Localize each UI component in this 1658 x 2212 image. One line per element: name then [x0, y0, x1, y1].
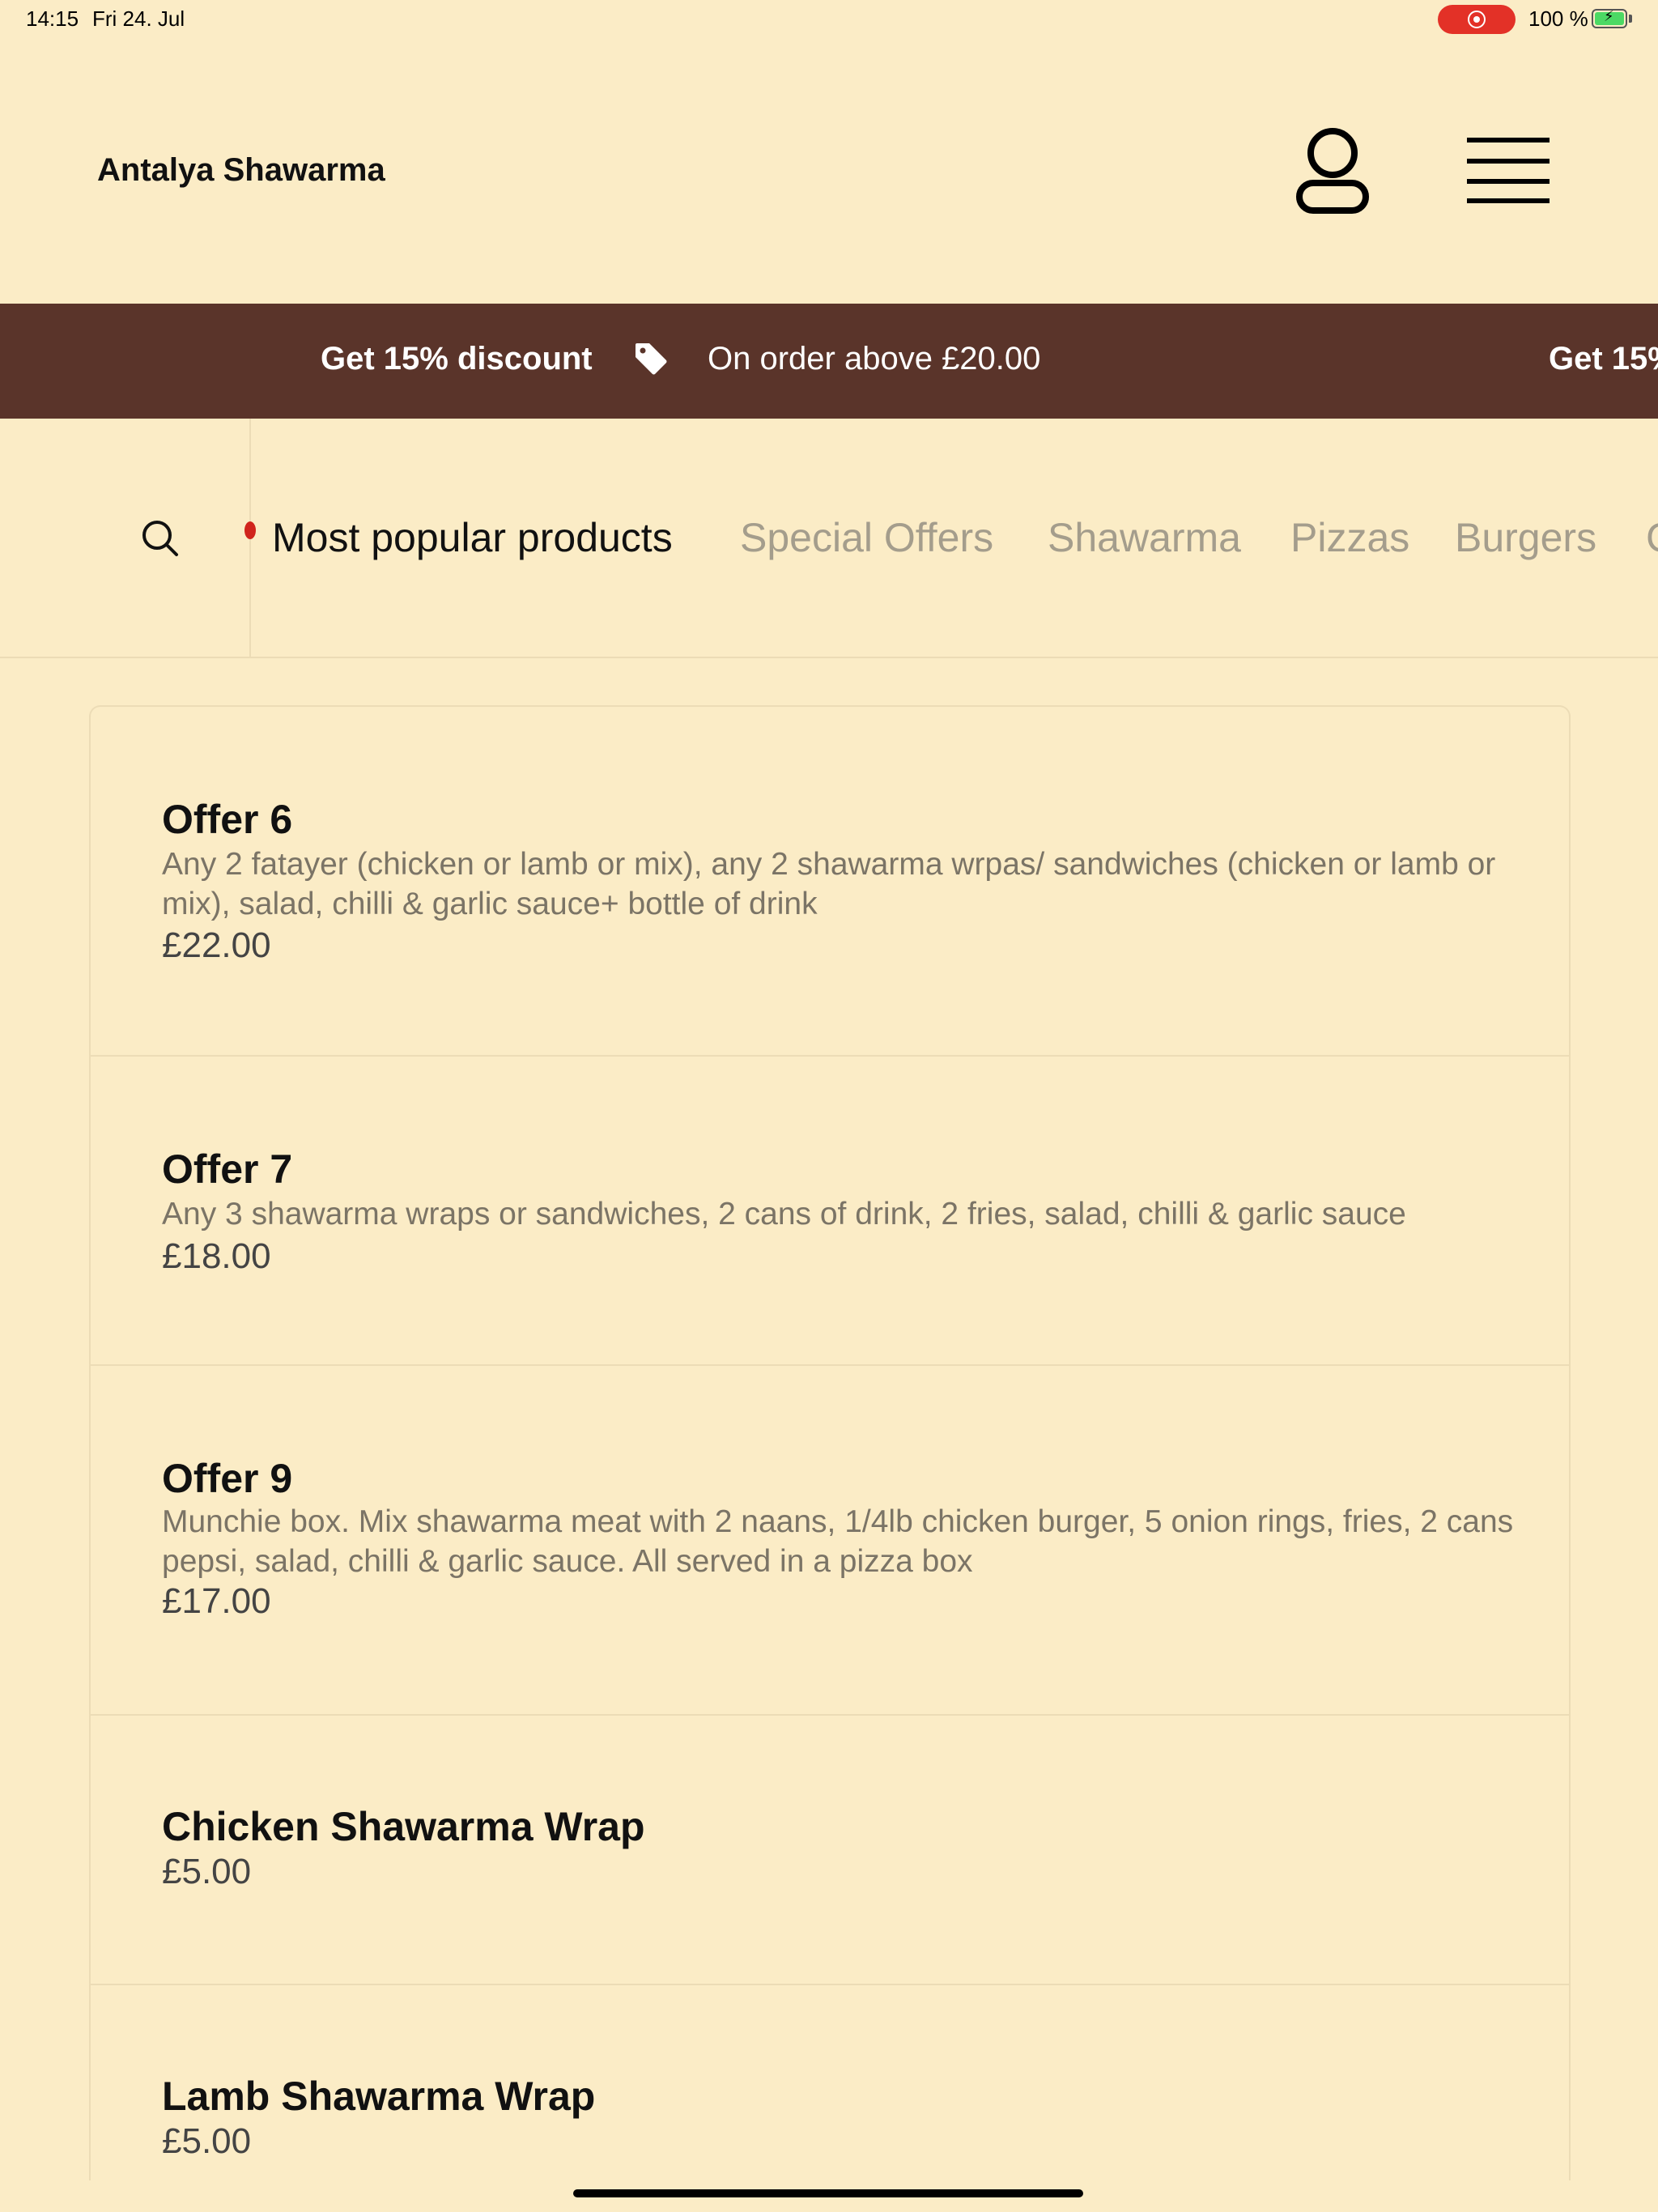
record-icon [1468, 11, 1486, 28]
search-icon [142, 521, 178, 556]
site-header: Antalya Shawarma [0, 39, 1658, 304]
status-time: 14:15 [26, 6, 79, 31]
product-price: £17.00 [162, 1581, 271, 1621]
product-price: £18.00 [162, 1236, 271, 1276]
product-card[interactable]: Offer 9 Munchie box. Mix shawarma meat w… [91, 1366, 1569, 1716]
product-name: Offer 6 [162, 797, 293, 842]
home-indicator[interactable] [573, 2189, 1083, 2197]
battery-icon [1592, 8, 1627, 28]
product-name: Chicken Shawarma Wrap [162, 1804, 645, 1849]
brand-name[interactable]: Antalya Shawarma [97, 152, 385, 189]
search-button[interactable] [0, 419, 251, 657]
product-card[interactable]: Offer 7 Any 3 shawarma wraps or sandwich… [91, 1057, 1569, 1366]
tab-more[interactable]: C [1646, 514, 1658, 561]
tab-pizzas[interactable]: Pizzas [1290, 514, 1409, 561]
promo-banner: Get 15% discount On order above £20.00 G… [0, 304, 1658, 419]
product-description: Any 3 shawarma wraps or sandwiches, 2 ca… [162, 1197, 1406, 1231]
product-price: £5.00 [162, 2121, 252, 2161]
active-category-indicator [244, 521, 256, 539]
price-tag-icon [636, 343, 667, 375]
product-card[interactable]: Lamb Shawarma Wrap £5.00 [91, 1985, 1569, 2180]
product-card[interactable]: Offer 6 Any 2 fatayer (chicken or lamb o… [91, 707, 1569, 1057]
status-date: Fri 24. Jul [92, 6, 185, 31]
battery-cap [1629, 15, 1632, 23]
product-card[interactable]: Chicken Shawarma Wrap £5.00 [91, 1716, 1569, 1985]
menu-icon[interactable] [1467, 134, 1550, 204]
product-description: Munchie box. Mix shawarma meat with 2 na… [162, 1504, 1514, 1579]
product-price: £5.00 [162, 1852, 252, 1891]
tab-special-offers[interactable]: Special Offers [740, 514, 993, 561]
screen-recording-indicator[interactable] [1438, 5, 1516, 34]
product-description: Any 2 fatayer (chicken or lamb or mix), … [162, 847, 1496, 921]
user-icon[interactable] [1295, 126, 1370, 217]
promo-condition: On order above £20.00 [708, 341, 1041, 376]
status-bar: 14:15 Fri 24. Jul 100 % [0, 0, 1658, 39]
battery-percentage: 100 % [1528, 6, 1588, 31]
promo-headline-repeat: Get 15% [1549, 341, 1658, 376]
page: 14:15 Fri 24. Jul 100 % Antalya Shawarma… [0, 0, 1658, 2212]
tab-burgers[interactable]: Burgers [1455, 514, 1596, 561]
product-name: Offer 9 [162, 1456, 293, 1501]
product-name: Lamb Shawarma Wrap [162, 2074, 596, 2119]
product-price: £22.00 [162, 925, 271, 965]
tab-shawarma[interactable]: Shawarma [1048, 514, 1241, 561]
product-name: Offer 7 [162, 1146, 293, 1192]
product-list: Offer 6 Any 2 fatayer (chicken or lamb o… [89, 705, 1571, 2180]
promo-headline: Get 15% discount [321, 341, 593, 376]
tab-most-popular[interactable]: Most popular products [272, 514, 673, 561]
category-nav: Most popular products Special Offers Sha… [0, 419, 1658, 658]
